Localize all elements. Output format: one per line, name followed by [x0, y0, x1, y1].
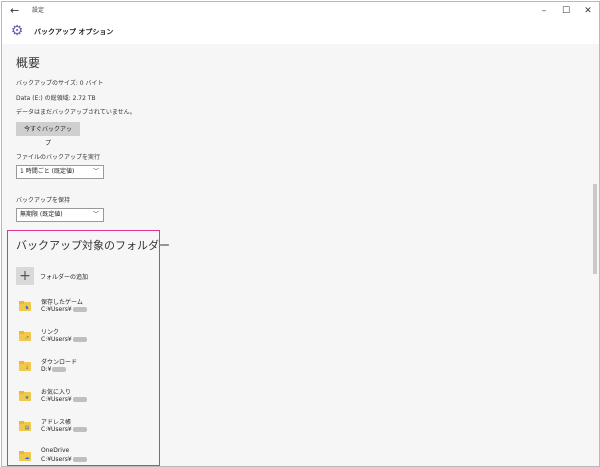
folder-name: お気に入り	[41, 389, 72, 396]
folder-item-contacts[interactable]: ▤ アドレス帳 C:¥Users¥	[16, 416, 146, 438]
folder-name: アドレス帳	[41, 419, 72, 426]
backup-now-button[interactable]: 今すぐバックアップ	[16, 122, 80, 147]
folder-name: ダウンロード	[41, 359, 78, 366]
folder-icon: ↓	[19, 361, 31, 371]
keep-backup-label: バックアップを保持	[16, 197, 71, 204]
folder-path: C:¥Users¥	[41, 426, 87, 433]
chevron-down-icon: ﹀	[92, 211, 99, 218]
folder-item-saved-games[interactable]: ♞ 保存したゲーム C:¥Users¥	[16, 296, 146, 318]
folders-heading: バックアップ対象のフォルダー	[16, 239, 170, 252]
content-area: 概要 バックアップのサイズ: 0 バイト Data (E:) の総領域: 2.7…	[2, 44, 591, 466]
folder-icon: ☁	[19, 451, 31, 461]
folder-icon: ♞	[19, 301, 31, 311]
gear-icon: ⚙	[10, 23, 24, 39]
keep-backup-select[interactable]: 無期限 (既定値) ﹀	[16, 208, 104, 222]
folder-item-links[interactable]: ↗ リンク C:¥Users¥	[16, 326, 146, 348]
vertical-scrollbar[interactable]	[591, 44, 599, 466]
folder-path: C:¥Users¥	[41, 456, 87, 463]
scrollbar-thumb[interactable]	[593, 184, 597, 274]
folder-item-downloads[interactable]: ↓ ダウンロード D:¥	[16, 356, 146, 378]
add-folder-label[interactable]: フォルダーの追加	[40, 272, 88, 281]
close-button[interactable]: ✕	[577, 2, 599, 20]
page-header: ⚙ バックアップ オプション	[2, 20, 599, 44]
app-title: 設定	[32, 7, 45, 14]
maximize-button[interactable]: ☐	[555, 2, 577, 20]
folder-item-onedrive[interactable]: ☁ OneDrive C:¥Users¥	[16, 446, 146, 466]
back-arrow-icon[interactable]: ←	[10, 3, 19, 19]
folder-name: リンク	[41, 329, 60, 336]
folder-path: C:¥Users¥	[41, 306, 87, 313]
chevron-down-icon: ﹀	[92, 168, 99, 175]
backup-frequency-select[interactable]: 1 時間ごと (既定値) ﹀	[16, 165, 104, 179]
folder-path: C:¥Users¥	[41, 396, 87, 403]
backup-frequency-value: 1 時間ごと (既定値)	[20, 168, 75, 175]
add-folder-button[interactable]: +	[16, 267, 34, 285]
title-bar: ← 設定 – ☐ ✕	[2, 2, 599, 20]
minimize-button[interactable]: –	[533, 2, 555, 20]
total-space-text: Data (E:) の総領域: 2.72 TB	[16, 95, 96, 102]
folder-path: D:¥	[41, 366, 67, 373]
folder-path: C:¥Users¥	[41, 336, 87, 343]
folder-icon: ▤	[19, 421, 31, 431]
folder-name: 保存したゲーム	[41, 299, 83, 306]
page-title: バックアップ オプション	[34, 28, 114, 36]
folder-icon: ★	[19, 391, 31, 401]
backup-status-text: データはまだバックアップされていません。	[16, 109, 136, 116]
backup-size-text: バックアップのサイズ: 0 バイト	[16, 80, 104, 87]
run-backup-label: ファイルのバックアップを実行	[16, 154, 101, 161]
folder-name: OneDrive	[41, 447, 70, 454]
settings-window: ← 設定 – ☐ ✕ ⚙ バックアップ オプション 概要 バックアップのサイズ:…	[1, 1, 600, 467]
folder-item-favorites[interactable]: ★ お気に入り C:¥Users¥	[16, 386, 146, 408]
folder-icon: ↗	[19, 331, 31, 341]
keep-backup-value: 無期限 (既定値)	[20, 211, 63, 218]
overview-heading: 概要	[16, 56, 41, 70]
